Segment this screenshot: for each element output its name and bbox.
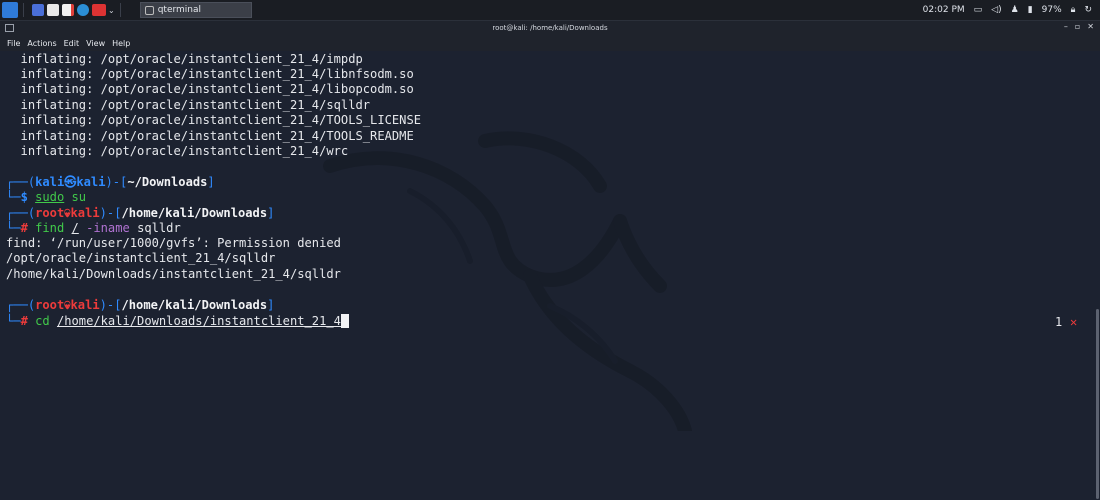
- menu-file[interactable]: File: [7, 39, 20, 48]
- command-arg-path: /home/kali/Downloads/instantclient_21_4: [56, 314, 341, 328]
- text-cursor: [340, 314, 349, 328]
- output-line: inflating: /opt/oracle/instantclient_21_…: [6, 144, 349, 158]
- prompt-user: kali: [35, 175, 65, 189]
- prompt-line: ┌──(kali㉿kali)-[~/Downloads]: [6, 175, 215, 189]
- minimize-icon[interactable]: –: [1064, 22, 1068, 31]
- prompt-path: /home/kali/Downloads: [121, 298, 268, 312]
- file-manager-icon[interactable]: [47, 2, 59, 18]
- menu-actions[interactable]: Actions: [27, 39, 56, 48]
- top-panel: ⌄ qterminal 02:02 PM ▭ ◁) ♟ ▮ 97% 🔒︎ ↻: [0, 0, 1100, 21]
- prompt-host: kali: [70, 206, 100, 220]
- taskbar-item-qterminal[interactable]: qterminal: [139, 2, 252, 18]
- window-titlebar[interactable]: root@kali: /home/kali/Downloads – ▫ ✕: [0, 21, 1100, 35]
- prompt-at-icon: ㉿: [64, 175, 77, 189]
- close-icon[interactable]: ✕: [1087, 22, 1094, 31]
- prompt-host: kali: [76, 175, 106, 189]
- prompt-symbol: #: [20, 314, 28, 328]
- menu-bar: File Actions Edit View Help: [0, 35, 1100, 51]
- chevron-down-icon[interactable]: ⌄: [108, 6, 115, 15]
- maximize-icon[interactable]: ▫: [1075, 22, 1080, 31]
- output-line: /home/kali/Downloads/instantclient_21_4/…: [6, 267, 341, 281]
- prompt-symbol: $: [20, 190, 28, 204]
- command-line: └─# find / -iname sqlldr: [6, 221, 181, 235]
- output-line: inflating: /opt/oracle/instantclient_21_…: [6, 129, 414, 143]
- scrollbar[interactable]: [1096, 309, 1099, 499]
- taskbar-item-label: qterminal: [157, 5, 202, 15]
- panel-separator: [23, 3, 24, 17]
- text-editor-icon[interactable]: [62, 2, 74, 18]
- prompt-path: ~/Downloads: [127, 175, 208, 189]
- battery-level: 97%: [1041, 5, 1062, 15]
- menu-view[interactable]: View: [86, 39, 105, 48]
- show-desktop-icon[interactable]: [32, 2, 44, 18]
- menu-help[interactable]: Help: [112, 39, 130, 48]
- prompt-host: kali: [70, 298, 100, 312]
- terminal-icon: [144, 5, 154, 15]
- command-line[interactable]: └─# cd /home/kali/Downloads/instantclien…: [6, 314, 349, 329]
- output-line: /opt/oracle/instantclient_21_4/sqlldr: [6, 251, 276, 265]
- system-tray: 02:02 PM ▭ ◁) ♟ ▮ 97% 🔒︎ ↻: [923, 5, 1100, 15]
- display-icon[interactable]: ▭: [974, 5, 983, 15]
- lock-icon[interactable]: 🔒︎: [1071, 5, 1076, 15]
- terminal-icon: [5, 24, 14, 32]
- menu-edit[interactable]: Edit: [64, 39, 80, 48]
- command-arg-path: /: [71, 221, 79, 235]
- command-arg-value: sqlldr: [137, 221, 181, 235]
- battery-icon[interactable]: ▮: [1028, 5, 1033, 15]
- app-icon[interactable]: ⌄: [92, 2, 115, 18]
- output-line: inflating: /opt/oracle/instantclient_21_…: [6, 113, 422, 127]
- terminal-area[interactable]: inflating: /opt/oracle/instantclient_21_…: [0, 51, 1100, 500]
- notification-bell-icon[interactable]: ♟: [1011, 5, 1019, 15]
- exit-status-fail-icon: ✕: [1070, 315, 1078, 329]
- output-line: inflating: /opt/oracle/instantclient_21_…: [6, 67, 414, 81]
- kali-dragon-watermark: [323, 131, 692, 431]
- window-title: root@kali: /home/kali/Downloads: [492, 24, 608, 32]
- output-line: inflating: /opt/oracle/instantclient_21_…: [6, 82, 414, 96]
- prompt-symbol: #: [20, 221, 28, 235]
- browser-icon[interactable]: [77, 2, 89, 18]
- clock[interactable]: 02:02 PM: [923, 5, 965, 15]
- exit-status-code: 1: [1055, 315, 1063, 329]
- output-line: inflating: /opt/oracle/instantclient_21_…: [6, 52, 363, 66]
- command-args: su: [64, 190, 87, 204]
- prompt-line: ┌──(root💀︎kali)-[/home/kali/Downloads]: [6, 298, 275, 312]
- command-name: sudo: [35, 190, 65, 204]
- command-flag: -iname: [86, 221, 130, 235]
- output-line: find: ‘/run/user/1000/gvfs’: Permission …: [6, 236, 341, 250]
- output-line: inflating: /opt/oracle/instantclient_21_…: [6, 98, 371, 112]
- prompt-line: ┌──(root💀︎kali)-[/home/kali/Downloads]: [6, 206, 275, 220]
- command-name: cd: [35, 314, 50, 328]
- prompt-user: root: [35, 298, 65, 312]
- power-icon[interactable]: ↻: [1084, 5, 1092, 15]
- prompt-path: /home/kali/Downloads: [121, 206, 268, 220]
- command-line: └─$ sudo su: [6, 190, 87, 204]
- kali-menu-icon[interactable]: [2, 2, 18, 18]
- command-name: find: [35, 221, 65, 235]
- volume-icon[interactable]: ◁): [991, 5, 1001, 15]
- panel-separator: [119, 3, 121, 17]
- prompt-user: root: [35, 206, 65, 220]
